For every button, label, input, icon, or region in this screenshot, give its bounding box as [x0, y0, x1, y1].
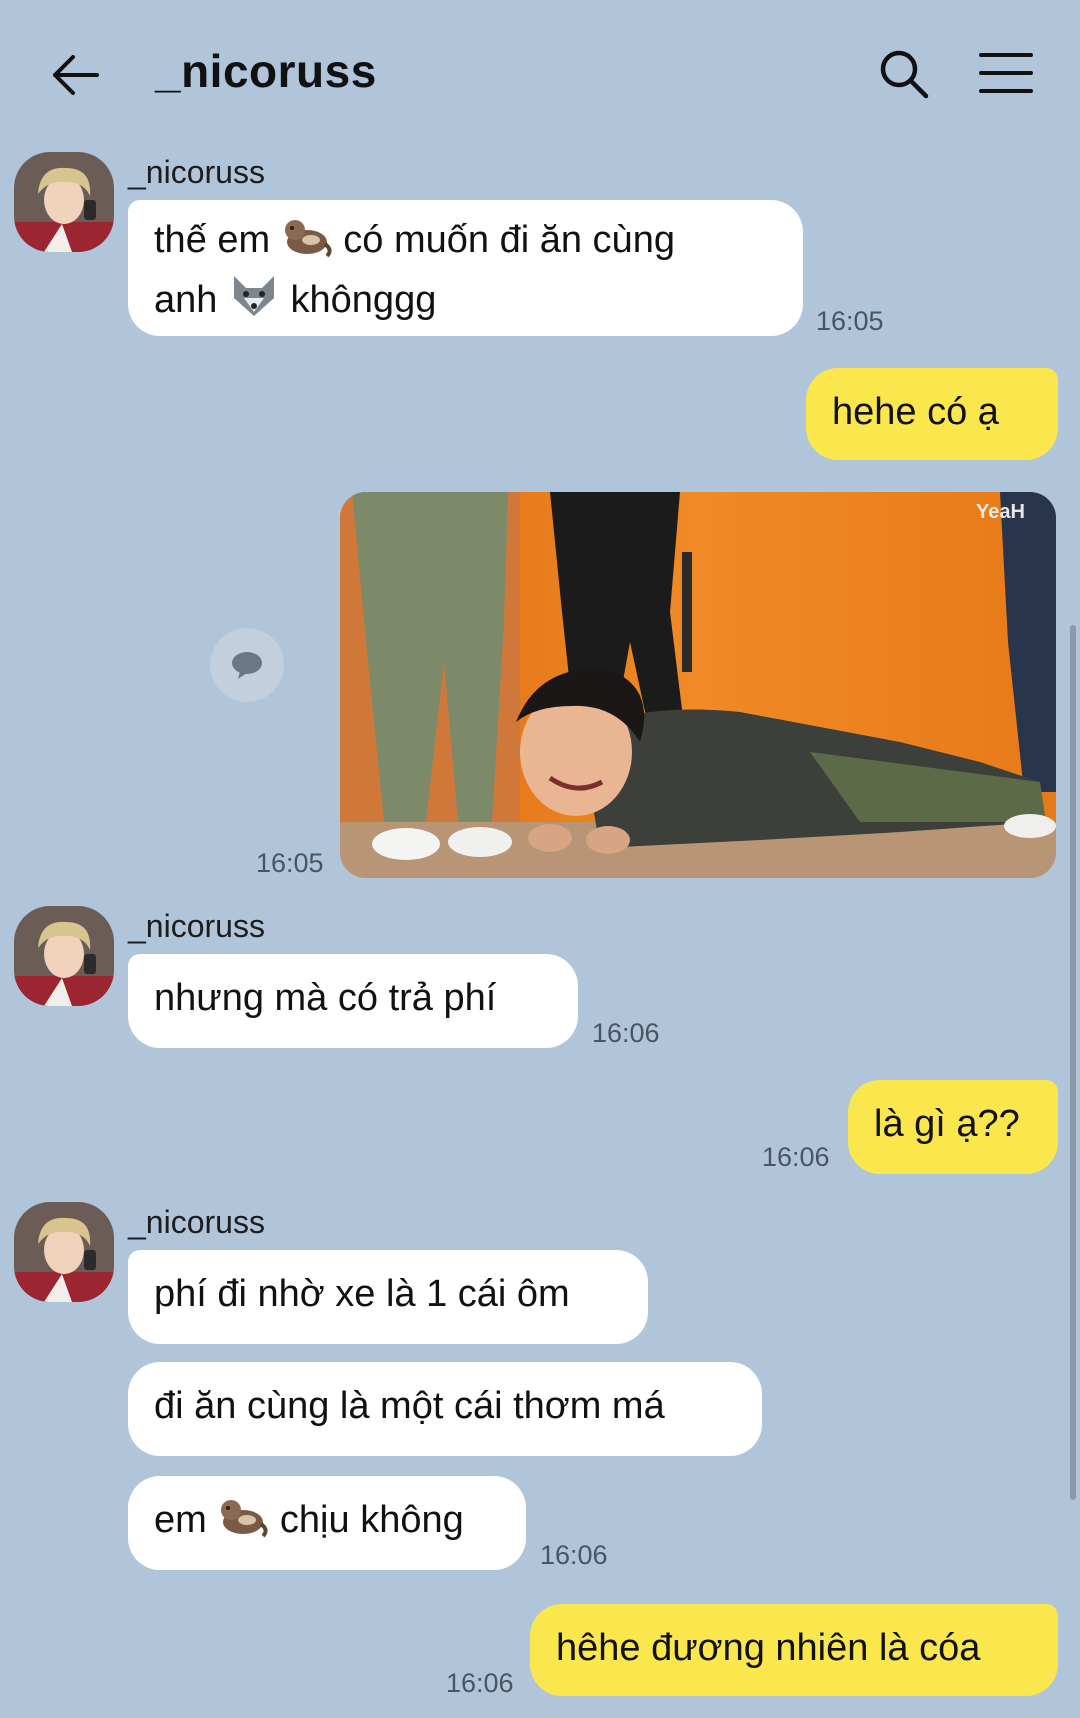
chat-bubble-icon [232, 652, 262, 679]
sender-name: _nicoruss [128, 154, 265, 190]
search-button[interactable] [876, 46, 932, 102]
back-arrow-icon [53, 55, 99, 95]
message-time: 16:06 [592, 1018, 660, 1048]
avatar[interactable] [14, 1202, 114, 1302]
message-bubble-incoming[interactable]: phí đi nhờ xe là 1 cái ôm [128, 1250, 648, 1344]
message-time: 16:06 [762, 1142, 830, 1172]
back-button[interactable] [48, 48, 102, 102]
message-bubble-incoming[interactable]: em chịu không [128, 1476, 526, 1570]
message-bubble-incoming[interactable]: đi ăn cùng là một cái thơm má [128, 1362, 762, 1456]
sender-name: _nicoruss [128, 908, 265, 944]
otter-emoji-icon [217, 1494, 269, 1552]
message-bubble-outgoing[interactable]: hêhe đương nhiên là cóa [530, 1604, 1058, 1696]
menu-button[interactable] [978, 50, 1034, 96]
message-time: 16:06 [446, 1668, 514, 1698]
shared-photo[interactable]: YeaH [340, 492, 1056, 878]
photo-watermark: YeaH [976, 501, 1025, 523]
avatar[interactable] [14, 906, 114, 1006]
message-bubble-incoming[interactable]: nhưng mà có trả phí [128, 954, 578, 1048]
hamburger-menu-icon [979, 53, 1033, 93]
message-bubble-outgoing[interactable]: hehe có ạ [806, 368, 1058, 460]
message-time: 16:06 [540, 1540, 608, 1570]
otter-emoji-icon [281, 214, 333, 272]
message-time: 16:05 [816, 306, 884, 336]
message-bubble-outgoing[interactable]: là gì ạ?? [848, 1080, 1058, 1174]
share-button[interactable] [210, 628, 284, 702]
avatar[interactable] [14, 152, 114, 252]
chat-title: _nicoruss [155, 45, 377, 97]
wolf-emoji-icon [228, 272, 280, 332]
sender-name: _nicoruss [128, 1204, 265, 1240]
search-icon [880, 50, 929, 99]
message-time: 16:05 [256, 848, 324, 878]
scrollbar[interactable] [1070, 625, 1076, 1500]
message-bubble-incoming[interactable]: thế em có muốn đi ăn cùng anh khônggg [128, 200, 803, 336]
